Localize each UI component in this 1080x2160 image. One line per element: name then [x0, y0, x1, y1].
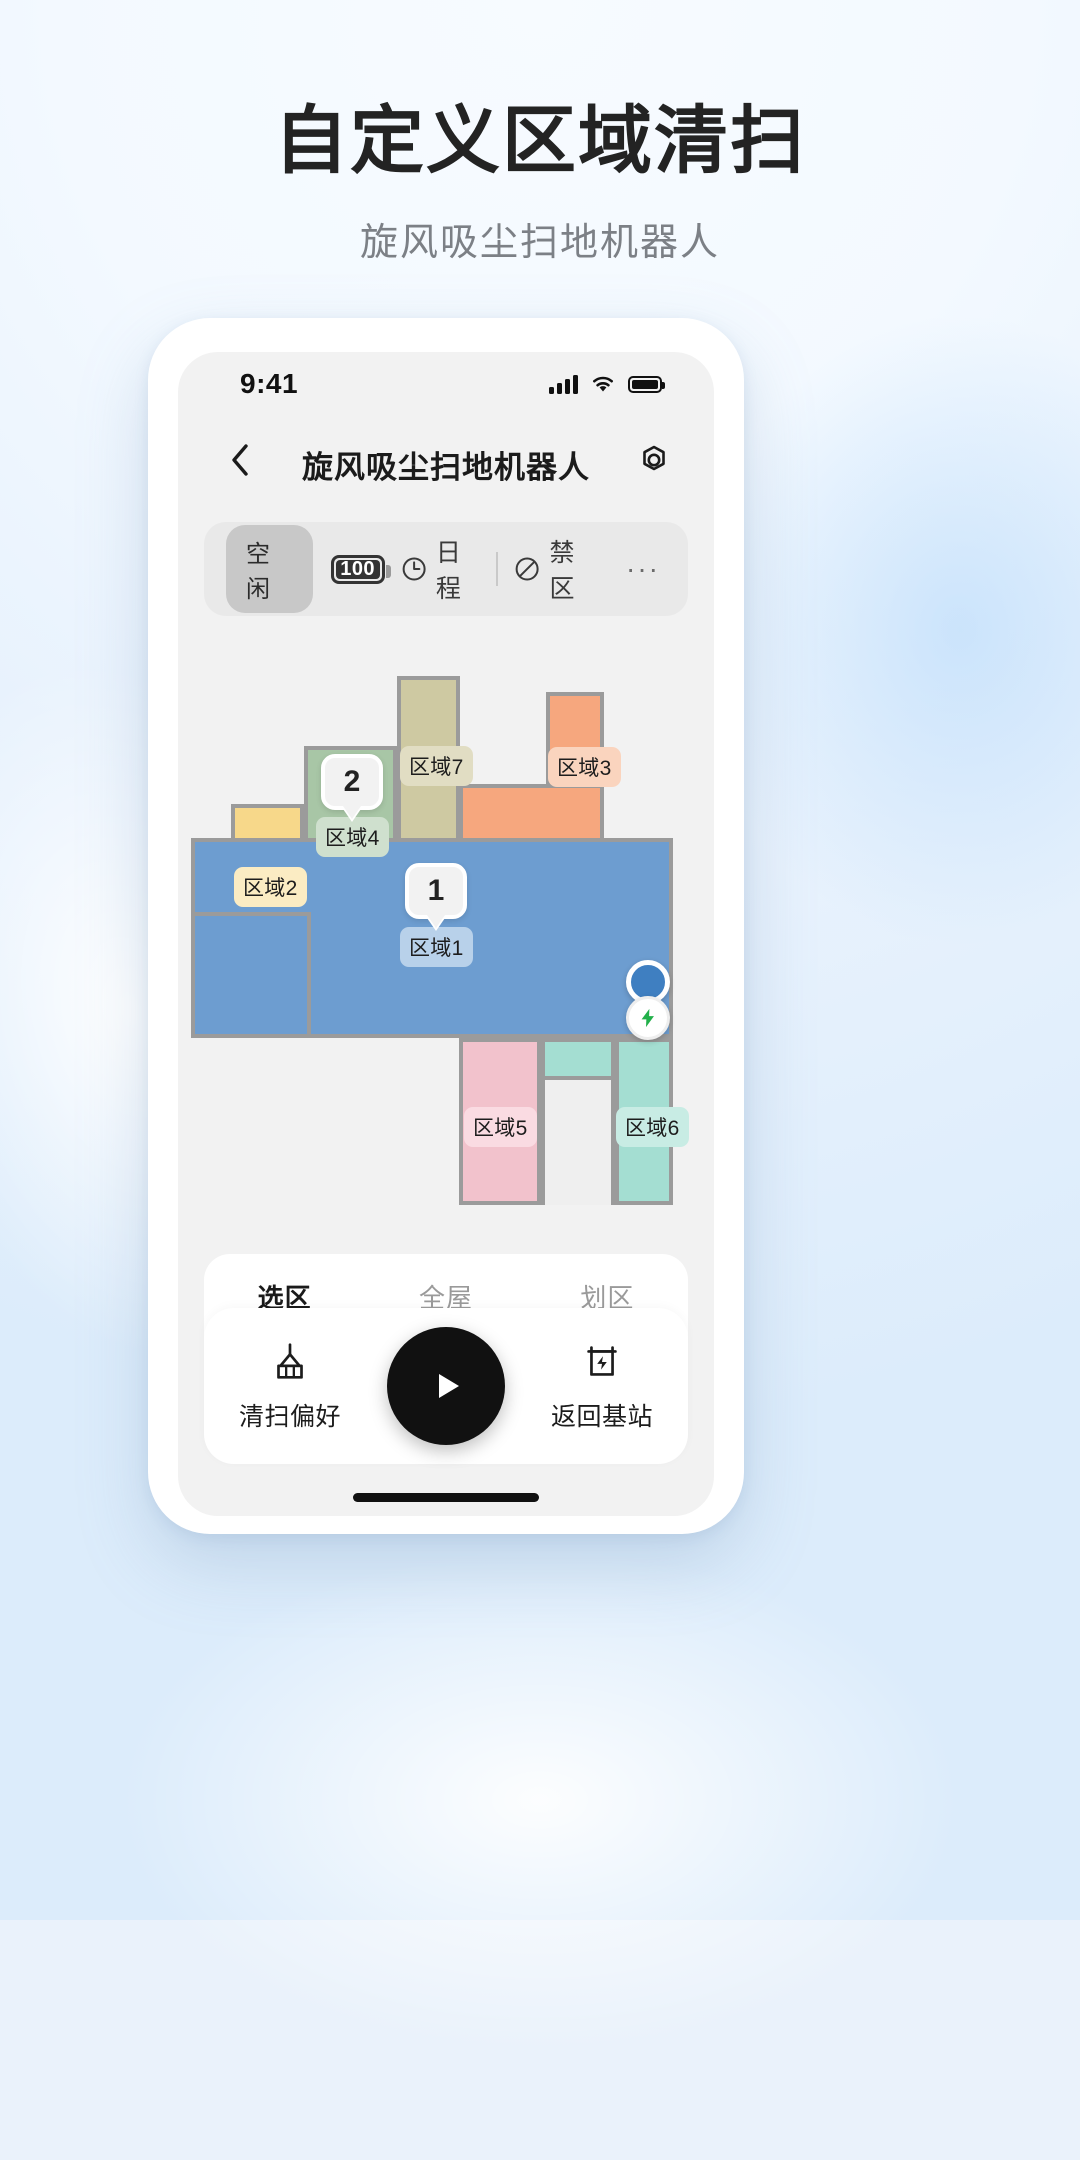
map-label-区域6[interactable]: 区域6	[616, 1107, 689, 1147]
map-order-badge-1[interactable]: 1	[405, 863, 467, 919]
action-bar: 清扫偏好 返回基站	[204, 1308, 688, 1464]
cellular-signal-icon	[549, 374, 578, 394]
clean-preference-button[interactable]: 清扫偏好	[215, 1339, 365, 1433]
battery-level-chip: 100	[330, 554, 391, 584]
home-indicator	[353, 1493, 539, 1502]
map-room-区域1-left[interactable]	[191, 912, 311, 1038]
map-label-区域5[interactable]: 区域5	[464, 1107, 537, 1147]
battery-percent-label: 100	[340, 557, 375, 580]
clock-icon	[402, 557, 426, 581]
forbidden-zone-button[interactable]: 禁区	[498, 533, 610, 605]
settings-button[interactable]	[630, 436, 678, 484]
status-bar: 9:41	[178, 352, 714, 418]
charging-dock-icon[interactable]	[626, 996, 670, 1040]
clean-preference-label: 清扫偏好	[238, 1403, 341, 1431]
page-subtitle: 旋风吸尘扫地机器人	[359, 222, 720, 265]
map-room-区域6-arm[interactable]	[541, 1038, 615, 1080]
status-badge: 空闲	[226, 525, 313, 613]
settings-gear-icon	[643, 445, 665, 471]
status-bar-time: 9:41	[240, 368, 299, 399]
floor-map[interactable]: 区域7 区域3 区域4 区域2 区域1 区域5 区域6 2 1	[178, 624, 714, 1324]
status-bar-icons	[549, 374, 665, 394]
headline-block: 自定义区域清扫 旋风吸尘扫地机器人	[0, 100, 1080, 266]
map-label-区域7[interactable]: 区域7	[400, 746, 473, 786]
broom-icon	[277, 1343, 303, 1379]
wifi-icon	[593, 376, 613, 392]
schedule-label: 日程	[435, 539, 462, 603]
forbidden-zone-label: 禁区	[549, 539, 575, 603]
play-icon	[439, 1374, 459, 1398]
battery-icon: 100	[330, 554, 391, 584]
background-glow-bottom	[0, 1440, 1080, 2160]
device-toolbar: 空闲 100 日程 禁区 ···	[204, 522, 688, 616]
return-to-dock-label: 返回基站	[550, 1403, 653, 1431]
toolbar-actions: 日程 禁区 ···	[385, 533, 666, 605]
map-room-区域3-arm[interactable]	[459, 784, 604, 844]
map-label-区域4[interactable]: 区域4	[316, 817, 389, 857]
phone-mockup: 9:41 旋风吸尘扫地机器人 空闲 100 日程 禁区 ··· 区域7 区域3 …	[148, 318, 744, 1534]
map-order-badge-2[interactable]: 2	[321, 754, 383, 810]
map-label-区域1[interactable]: 区域1	[400, 927, 473, 967]
app-nav-bar: 旋风吸尘扫地机器人	[178, 418, 714, 504]
more-options-button[interactable]: ···	[610, 553, 666, 585]
start-cleaning-button[interactable]	[387, 1327, 505, 1445]
schedule-button[interactable]: 日程	[385, 533, 497, 605]
dock-return-icon	[587, 1346, 617, 1376]
phone-screen: 9:41 旋风吸尘扫地机器人 空闲 100 日程 禁区 ··· 区域7 区域3 …	[178, 352, 714, 1516]
return-to-dock-button[interactable]: 返回基站	[527, 1339, 677, 1433]
map-hall-void	[541, 1080, 615, 1205]
map-label-区域2[interactable]: 区域2	[234, 867, 307, 907]
page-title: 自定义区域清扫	[274, 99, 806, 182]
no-entry-icon	[515, 557, 539, 581]
battery-icon	[628, 375, 665, 393]
map-label-区域3[interactable]: 区域3	[548, 747, 621, 787]
bolt-icon	[641, 1008, 654, 1028]
